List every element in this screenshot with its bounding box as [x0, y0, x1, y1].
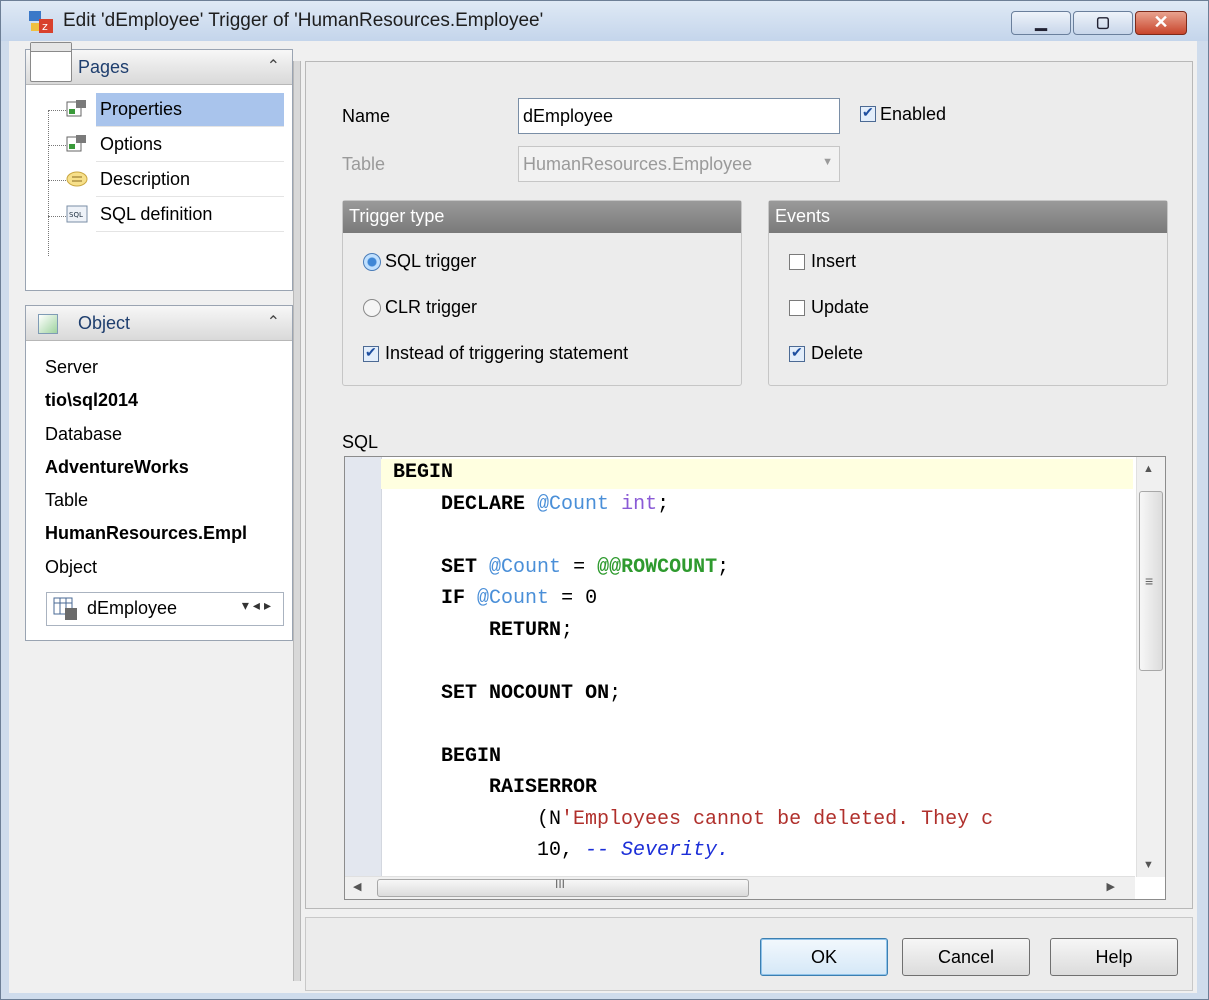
object-pane-header[interactable]: Object ⌃	[26, 306, 292, 341]
table-field-label: Table	[342, 154, 386, 174]
svg-text:z: z	[42, 20, 48, 33]
scroll-right-icon[interactable]: ▶	[1107, 880, 1115, 893]
close-icon: ✕	[1153, 12, 1169, 32]
minimize-button[interactable]: ▁	[1011, 11, 1071, 35]
maximize-icon: ▢	[1095, 14, 1111, 31]
events-header: Events	[769, 201, 1167, 233]
delete-label: Delete	[811, 343, 864, 363]
object-selector[interactable]: dEmployee ▾◂▸	[46, 592, 284, 626]
sql-code-area[interactable]: BEGIN DECLARE @Count int; SET @Count = @…	[381, 457, 1133, 877]
page-item-properties[interactable]: Properties	[66, 93, 284, 127]
pages-icon	[30, 42, 72, 82]
page-item-description[interactable]: Description	[66, 163, 284, 197]
pages-pane-title: Pages	[78, 57, 130, 77]
table-label: Table	[45, 490, 89, 510]
editor-gutter	[345, 457, 382, 899]
database-label: Database	[45, 424, 123, 444]
help-button[interactable]: Help	[1050, 938, 1178, 976]
chevron-down-icon: ▼	[822, 156, 833, 168]
sql-code: BEGIN DECLARE @Count int; SET @Count = @…	[393, 461, 994, 862]
tree-connector	[48, 110, 49, 256]
clr-trigger-radio[interactable]	[363, 299, 381, 317]
page-item-options[interactable]: Options	[66, 128, 284, 162]
trigger-app-icon: z	[29, 11, 53, 33]
server-label: Server	[45, 357, 99, 377]
server-value: tio\sql2014	[45, 390, 139, 410]
delete-checkbox[interactable]	[789, 344, 805, 362]
collapse-icon[interactable]: ⌃	[267, 312, 280, 332]
table-value: HumanResources.Empl	[45, 523, 248, 543]
database-value: AdventureWorks	[45, 457, 189, 477]
sql-trigger-radio[interactable]	[363, 253, 381, 271]
page-item-label: Description	[100, 169, 191, 189]
update-label: Update	[811, 297, 870, 317]
close-button[interactable]: ✕	[1135, 11, 1187, 35]
scroll-up-icon[interactable]: ▲	[1143, 463, 1154, 475]
maximize-button[interactable]: ▢	[1073, 11, 1133, 35]
pages-pane-header[interactable]: Pages ⌃	[26, 42, 292, 85]
tree-connector	[48, 145, 66, 146]
ok-button[interactable]: OK	[760, 938, 888, 976]
trigger-editor-window: z Edit 'dEmployee' Trigger of 'HumanReso…	[0, 0, 1209, 1000]
properties-page: Name dEmployee Enabled Table HumanResour…	[305, 61, 1193, 909]
events-group: Events Insert Update Delete	[768, 200, 1168, 386]
vertical-scrollbar[interactable]: ▲ ≡ ▼	[1136, 457, 1165, 877]
table-select: HumanResources.Employee ▼	[518, 146, 840, 182]
enabled-checkbox[interactable]	[860, 104, 876, 122]
insert-checkbox[interactable]	[789, 254, 805, 270]
title-bar[interactable]: z Edit 'dEmployee' Trigger of 'HumanReso…	[1, 1, 1208, 41]
options-icon	[66, 135, 86, 152]
trigger-type-header: Trigger type	[343, 201, 741, 233]
page-item-label: SQL definition	[100, 204, 213, 224]
page-item-sql-definition[interactable]: SQL SQL definition	[66, 198, 284, 232]
dropdown-nav-icons[interactable]: ▾◂▸	[242, 597, 275, 614]
object-icon	[38, 314, 58, 334]
name-input[interactable]: dEmployee	[518, 98, 840, 134]
collapse-icon[interactable]: ⌃	[267, 56, 280, 76]
grip-icon: ≡	[1145, 573, 1154, 589]
trigger-type-group: Trigger type SQL trigger CLR trigger Ins…	[342, 200, 742, 386]
svg-text:SQL: SQL	[69, 211, 83, 219]
scroll-down-icon[interactable]: ▼	[1143, 859, 1154, 871]
cancel-button[interactable]: Cancel	[902, 938, 1030, 976]
horizontal-scrollbar[interactable]: ◀ III ▶	[345, 876, 1135, 899]
clr-trigger-label: CLR trigger	[385, 297, 478, 317]
sql-editor[interactable]: BEGIN DECLARE @Count int; SET @Count = @…	[344, 456, 1166, 900]
table-select-value: HumanResources.Employee	[523, 154, 753, 174]
description-icon	[66, 171, 88, 187]
page-item-label: Options	[100, 134, 163, 154]
client-area: Pages ⌃ Properties Options Description S…	[9, 41, 1197, 993]
pages-pane: Pages ⌃ Properties Options Description S…	[25, 42, 293, 291]
instead-of-checkbox[interactable]	[363, 344, 379, 362]
page-item-label: Properties	[100, 99, 183, 119]
tree-connector	[48, 216, 66, 217]
object-pane-title: Object	[78, 313, 131, 333]
tree-connector	[48, 180, 66, 181]
instead-of-label: Instead of triggering statement	[385, 343, 629, 363]
window-title: Edit 'dEmployee' Trigger of 'HumanResour…	[63, 10, 544, 31]
name-label: Name	[342, 106, 391, 126]
events-title: Events	[775, 206, 831, 226]
sql-trigger-label: SQL trigger	[385, 251, 477, 271]
sql-icon: SQL	[66, 205, 88, 223]
properties-icon	[66, 100, 86, 117]
grip-icon: III	[555, 877, 566, 891]
trigger-type-title: Trigger type	[349, 206, 445, 226]
dialog-footer: OK Cancel Help	[305, 917, 1193, 991]
enabled-label: Enabled	[880, 104, 947, 124]
object-pane: Object ⌃ Server tio\sql2014 Database Adv…	[25, 305, 293, 641]
tree-connector	[48, 110, 66, 111]
name-input-value: dEmployee	[523, 106, 614, 126]
minimize-icon: ▁	[1035, 14, 1047, 31]
object-selector-value: dEmployee	[87, 598, 178, 618]
update-checkbox[interactable]	[789, 300, 805, 316]
object-label: Object	[45, 557, 98, 577]
table-trigger-icon	[53, 597, 77, 620]
sql-label: SQL	[342, 432, 379, 452]
scroll-left-icon[interactable]: ◀	[353, 880, 361, 893]
pane-splitter[interactable]	[293, 61, 301, 981]
insert-label: Insert	[811, 251, 857, 271]
